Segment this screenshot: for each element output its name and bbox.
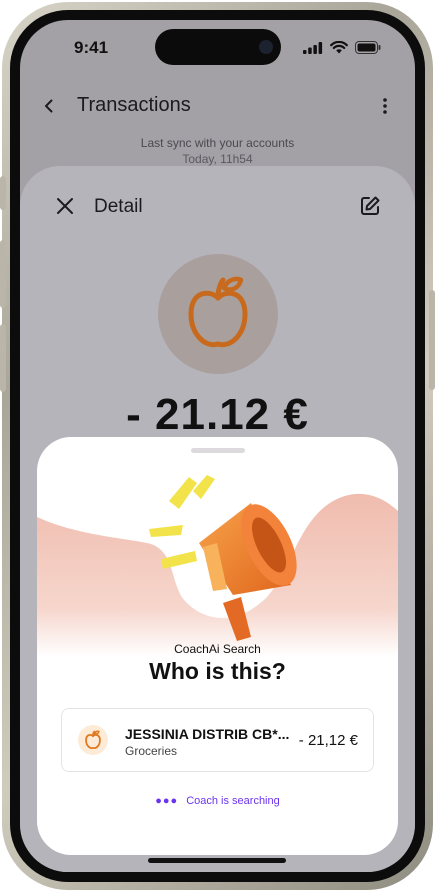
coach-status-text: Coach is searching [186, 795, 280, 807]
apple-icon [188, 276, 248, 348]
page-title: Transactions [77, 94, 191, 116]
battery-icon [355, 41, 381, 54]
sync-label: Last sync with your accounts [140, 136, 295, 150]
status-time: 9:41 [74, 38, 109, 57]
megaphone-icon [149, 475, 297, 641]
coach-card: CoachAi Search Who is this? JESSINIA DIS… [37, 437, 398, 855]
transaction-icon-circle [78, 725, 108, 755]
coach-subtitle: CoachAi Search [174, 642, 261, 656]
phone-screen: 9:41 Transactions Last sync with your ac… [20, 20, 415, 872]
category-icon-circle [158, 254, 278, 374]
transaction-category: Groceries [125, 744, 178, 758]
back-arrow-icon[interactable] [41, 98, 57, 114]
loading-dots-icon: ●●● [155, 795, 179, 807]
transaction-amount: - 21.12 € [126, 390, 309, 439]
transaction-card-amount: - 21,12 € [298, 732, 358, 749]
transaction-card[interactable]: JESSINIA DISTRIB CB*... Groceries - 21,1… [61, 708, 374, 772]
phone-power-button [429, 290, 435, 390]
edit-icon[interactable] [359, 195, 381, 217]
signal-icon [303, 42, 323, 54]
detail-title: Detail [94, 196, 143, 217]
phone-volume-up-button [0, 240, 6, 308]
sheet-grabber[interactable] [191, 448, 245, 453]
coach-title: Who is this? [149, 658, 286, 684]
front-camera [259, 40, 273, 54]
wifi-icon [330, 41, 348, 54]
close-icon[interactable] [56, 197, 74, 215]
phone-volume-down-button [0, 324, 6, 392]
transaction-name: JESSINIA DISTRIB CB*... [125, 726, 290, 742]
coach-status: ●●● Coach is searching [37, 795, 398, 807]
dynamic-island [155, 29, 281, 65]
apple-icon [85, 730, 101, 750]
home-indicator [148, 858, 286, 863]
more-vertical-icon[interactable] [380, 96, 390, 116]
phone-side-button [0, 176, 6, 210]
sync-time: Today, 11h54 [182, 152, 253, 166]
